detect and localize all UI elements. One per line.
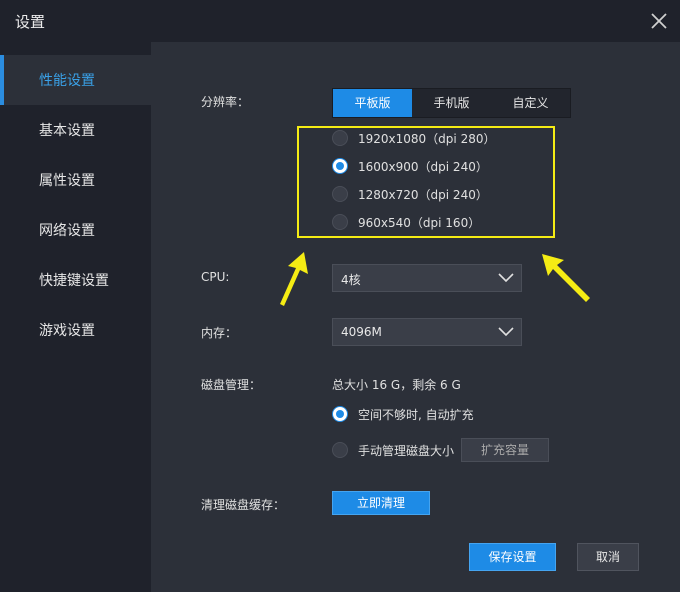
memory-select[interactable]: 4096M [332,318,522,346]
clear-now-button[interactable]: 立即清理 [332,491,430,515]
sidebar: 性能设置 基本设置 属性设置 网络设置 快捷键设置 游戏设置 [0,42,151,592]
title-bar: 设置 [0,0,680,42]
resolution-mode-tabs: 平板版 手机版 自定义 [332,88,571,118]
sidebar-item-shortcuts[interactable]: 快捷键设置 [0,255,151,305]
radio-icon [332,214,348,230]
sidebar-item-game[interactable]: 游戏设置 [0,305,151,355]
close-icon[interactable] [649,11,669,31]
cancel-button[interactable]: 取消 [577,543,639,571]
resolution-label: 分辨率： [201,95,250,109]
disk-manual-option[interactable]: 手动管理磁盘大小 [332,441,454,459]
resolution-option-1600[interactable]: 1600x900（dpi 240） [332,157,488,175]
disk-info: 总大小 16 G，剩余 6 G [332,378,461,392]
resolution-option-960[interactable]: 960x540（dpi 160） [332,213,480,231]
sidebar-item-network[interactable]: 网络设置 [0,205,151,255]
disk-auto-expand-option[interactable]: 空间不够时, 自动扩充 [332,405,474,423]
chevron-down-icon [498,327,514,337]
window-title: 设置 [15,13,46,31]
tab-phone[interactable]: 手机版 [412,89,491,117]
disk-label: 磁盘管理： [201,378,262,392]
yellow-arrow-left-icon [280,252,308,306]
chevron-down-icon [498,273,514,283]
radio-checked-icon [332,406,348,422]
expand-capacity-button[interactable]: 扩充容量 [461,438,549,462]
cpu-label: CPU: [201,270,230,284]
clear-cache-label: 清理磁盘缓存： [201,498,286,512]
save-settings-button[interactable]: 保存设置 [469,543,556,571]
radio-checked-icon [332,158,348,174]
cpu-select[interactable]: 4核 [332,264,522,292]
sidebar-item-performance[interactable]: 性能设置 [0,55,151,105]
resolution-option-1280[interactable]: 1280x720（dpi 240） [332,185,488,203]
radio-icon [332,442,348,458]
radio-icon [332,130,348,146]
sidebar-item-basic[interactable]: 基本设置 [0,105,151,155]
tab-custom[interactable]: 自定义 [491,89,570,117]
sidebar-item-properties[interactable]: 属性设置 [0,155,151,205]
memory-label: 内存： [201,326,238,340]
resolution-option-1920[interactable]: 1920x1080（dpi 280） [332,129,495,147]
yellow-arrow-right-icon [542,254,590,302]
tab-tablet[interactable]: 平板版 [333,89,412,117]
radio-icon [332,186,348,202]
